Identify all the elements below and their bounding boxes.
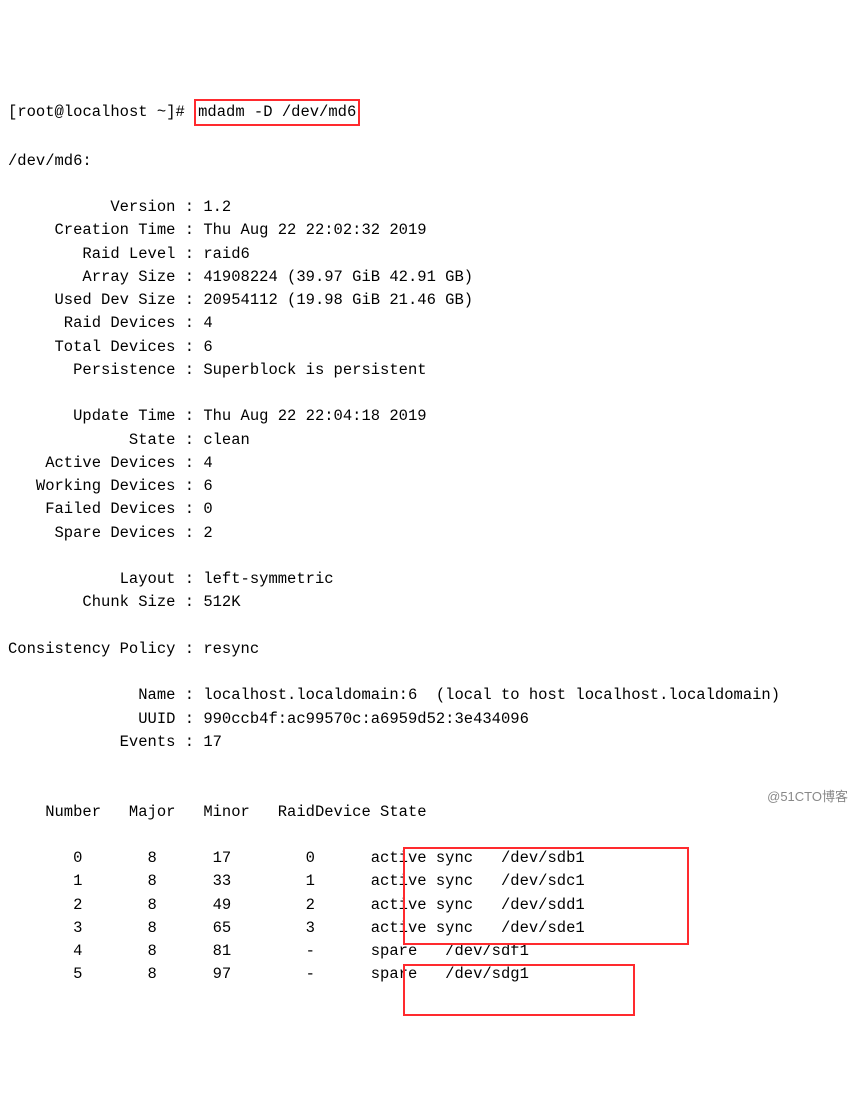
spare-device-rows: 4 8 81 - spare /dev/sdf1 5 8 97 - spare … <box>8 942 529 983</box>
watermark: @51CTO博客 <box>767 787 848 807</box>
fields-block: Version : 1.2 Creation Time : Thu Aug 22… <box>8 198 780 751</box>
device-table-header: Number Major Minor RaidDevice State <box>8 801 848 824</box>
prompt-host: localhost <box>64 103 148 121</box>
device-header: /dev/md6: <box>8 150 848 173</box>
prompt-path: ~ <box>157 103 166 121</box>
prompt-symbol: # <box>176 103 185 121</box>
device-table: 0 8 17 0 active sync /dev/sdb1 1 8 33 1 … <box>8 849 585 983</box>
prompt-user: root <box>17 103 54 121</box>
prompt-line: [root@localhost ~]# mdadm -D /dev/md6 <box>8 99 848 126</box>
command-highlight: mdadm -D /dev/md6 <box>194 99 360 126</box>
command-text: mdadm -D /dev/md6 <box>198 103 356 121</box>
active-device-rows: 0 8 17 0 active sync /dev/sdb1 1 8 33 1 … <box>8 849 585 937</box>
